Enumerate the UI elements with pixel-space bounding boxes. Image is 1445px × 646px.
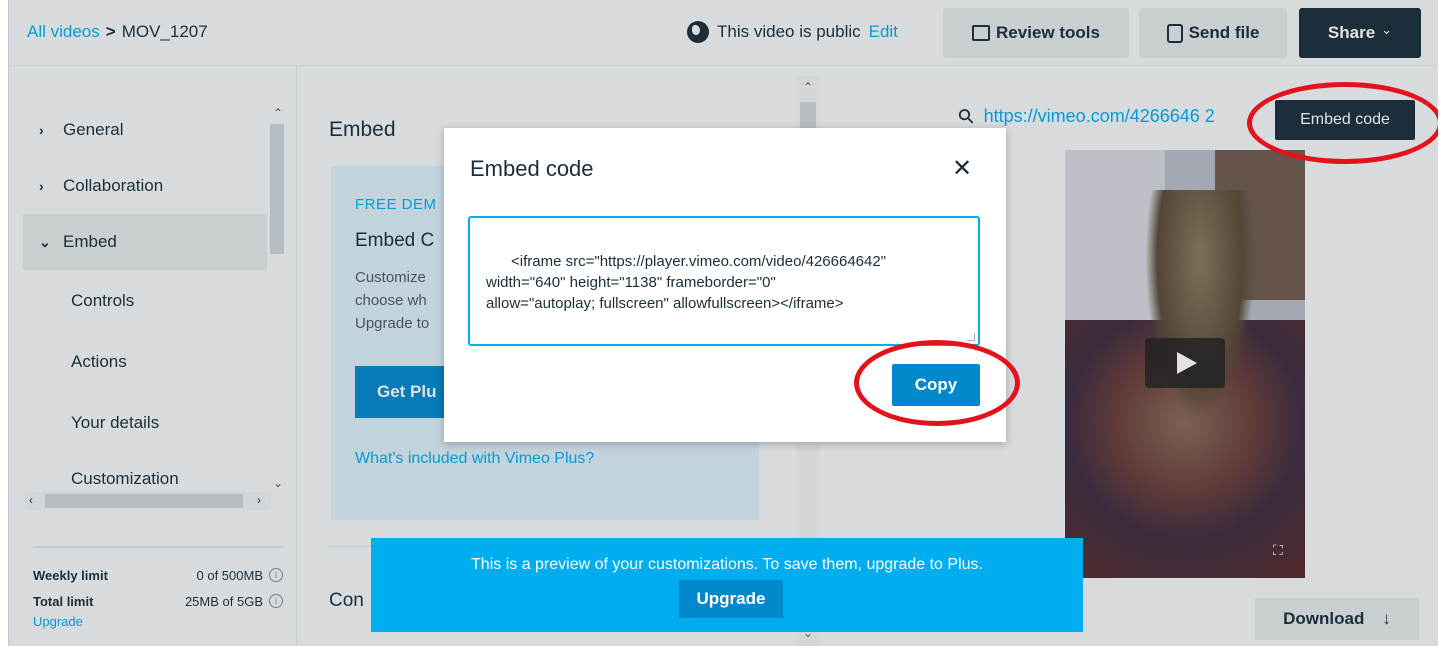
- annotation-circle-copy: [854, 340, 1020, 426]
- embed-code-text: <iframe src="https://player.vimeo.com/vi…: [486, 253, 887, 312]
- upgrade-button[interactable]: Upgrade: [679, 580, 783, 618]
- annotation-circle-embed-code: [1247, 82, 1438, 164]
- app-window: All videos > MOV_1207 This video is public…: [8, 0, 1438, 646]
- close-icon[interactable]: ✕: [952, 154, 972, 183]
- modal-title: Embed code: [470, 156, 594, 181]
- preview-notice-banner: This is a preview of your customizations…: [371, 538, 1083, 632]
- resize-handle-icon[interactable]: [967, 333, 975, 341]
- embed-code-textarea[interactable]: <iframe src="https://player.vimeo.com/vi…: [468, 216, 980, 346]
- notice-message: This is a preview of your customizations…: [471, 556, 983, 573]
